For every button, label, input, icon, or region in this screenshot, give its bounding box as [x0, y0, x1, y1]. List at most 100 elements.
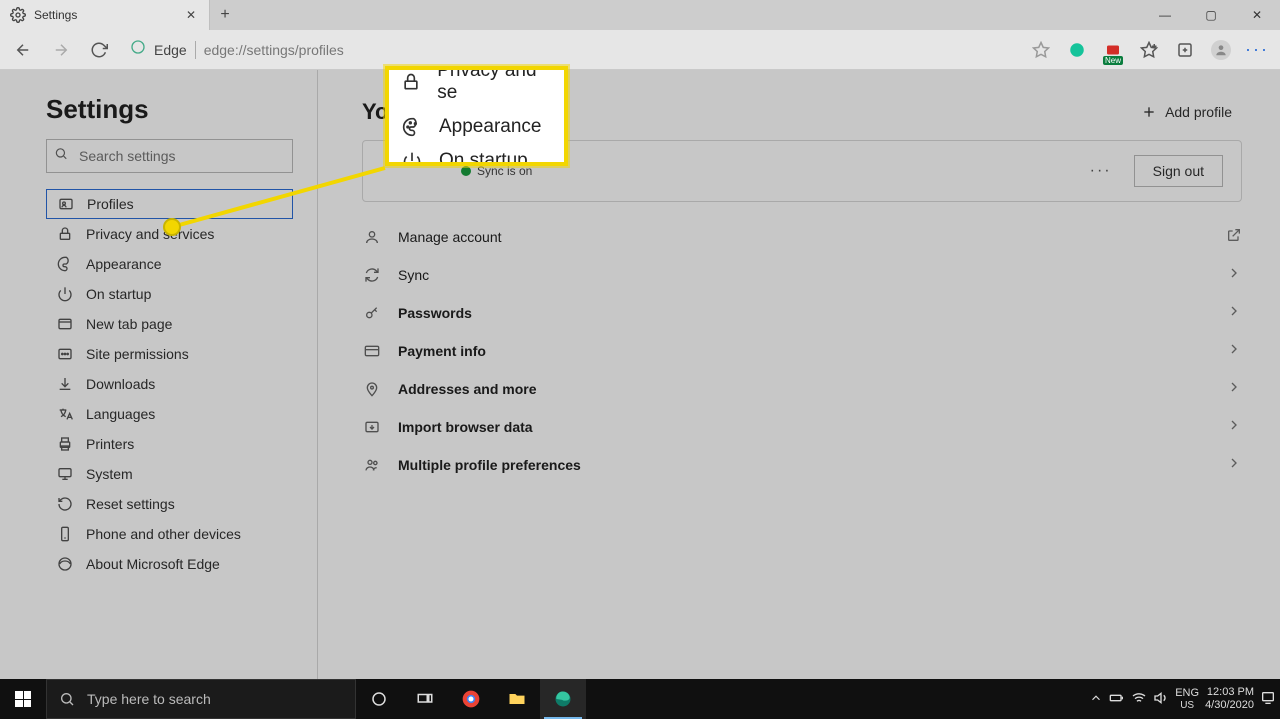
collections-button[interactable]: [1168, 33, 1202, 67]
sidebar-item-printers[interactable]: Printers: [46, 429, 293, 459]
favorites-button[interactable]: [1132, 33, 1166, 67]
sign-out-button[interactable]: Sign out: [1134, 155, 1223, 187]
row-label: Sync: [398, 267, 429, 283]
sidebar-item-label: Phone and other devices: [86, 526, 241, 542]
profile-more-button[interactable]: ···: [1086, 162, 1116, 180]
sidebar-item-label: New tab page: [86, 316, 172, 332]
sync-status: Sync is on: [461, 164, 532, 178]
browser-toolbar: Edge edge://settings/profiles New ···: [0, 30, 1280, 70]
close-tab-button[interactable]: ✕: [183, 7, 199, 23]
cortana-icon[interactable]: [356, 679, 402, 719]
chevron-right-icon: [1226, 417, 1242, 438]
settings-sidebar: Settings ProfilesPrivacy and servicesApp…: [0, 70, 318, 679]
address-bar[interactable]: Edge edge://settings/profiles: [120, 35, 1020, 65]
person-icon: [362, 229, 382, 245]
settings-row-passwords[interactable]: Passwords: [362, 294, 1242, 332]
browser-tab[interactable]: Settings ✕: [0, 0, 210, 30]
chrome-icon[interactable]: [448, 679, 494, 719]
search-input[interactable]: [46, 139, 293, 173]
row-label: Import browser data: [398, 419, 533, 435]
minimize-button[interactable]: —: [1142, 0, 1188, 30]
power-icon: [401, 150, 423, 166]
settings-row-sync[interactable]: Sync: [362, 256, 1242, 294]
file-explorer-icon[interactable]: [494, 679, 540, 719]
url-text: edge://settings/profiles: [204, 42, 344, 58]
maximize-button[interactable]: ▢: [1188, 0, 1234, 30]
sidebar-item-languages[interactable]: Languages: [46, 399, 293, 429]
gear-icon: [10, 7, 26, 23]
row-label: Manage account: [398, 229, 502, 245]
chevron-right-icon: [1226, 455, 1242, 476]
sidebar-item-label: Site permissions: [86, 346, 189, 362]
clock-time: 12:03 PM: [1205, 686, 1254, 699]
sidebar-item-label: Printers: [86, 436, 134, 452]
sidebar-item-downloads[interactable]: Downloads: [46, 369, 293, 399]
avatar-icon: [1211, 40, 1231, 60]
sidebar-item-new-tab-page[interactable]: New tab page: [46, 309, 293, 339]
sidebar-item-label: About Microsoft Edge: [86, 556, 220, 572]
add-profile-button[interactable]: Add profile: [1131, 98, 1242, 126]
sidebar-item-label: Profiles: [87, 196, 134, 212]
extension-lastpass-icon[interactable]: New: [1096, 33, 1130, 67]
sidebar-item-label: Reset settings: [86, 496, 175, 512]
sidebar-item-phone-and-other-devices[interactable]: Phone and other devices: [46, 519, 293, 549]
settings-row-addresses-and-more[interactable]: Addresses and more: [362, 370, 1242, 408]
callout-row-2: Appearance: [439, 116, 541, 138]
tray-chevron-icon[interactable]: [1089, 691, 1103, 708]
sidebar-item-label: On startup: [86, 286, 151, 302]
callout-row-3: On startup: [439, 150, 528, 166]
edge-icon: [56, 555, 74, 573]
chevron-right-icon: [1226, 265, 1242, 286]
card-icon: [362, 343, 382, 359]
more-menu-button[interactable]: ···: [1240, 33, 1274, 67]
row-label: Payment info: [398, 343, 486, 359]
lock-icon: [56, 225, 74, 243]
settings-row-payment-info[interactable]: Payment info: [362, 332, 1242, 370]
search-icon: [54, 147, 68, 166]
chevron-right-icon: [1226, 303, 1242, 324]
battery-icon[interactable]: [1109, 690, 1125, 709]
sidebar-item-about-microsoft-edge[interactable]: About Microsoft Edge: [46, 549, 293, 579]
clock[interactable]: 12:03 PM 4/30/2020: [1205, 686, 1254, 712]
wifi-icon[interactable]: [1131, 690, 1147, 709]
sync-label: Sync is on: [477, 164, 532, 178]
people-icon: [362, 457, 382, 473]
sidebar-item-system[interactable]: System: [46, 459, 293, 489]
tab-title: Settings: [34, 8, 183, 22]
lang-code[interactable]: ENG: [1175, 687, 1199, 699]
forward-button[interactable]: [44, 33, 78, 67]
favorite-star-icon[interactable]: [1024, 33, 1058, 67]
taskbar-search[interactable]: Type here to search: [46, 679, 356, 719]
titlebar: Settings ✕ + — ▢ ✕: [0, 0, 1280, 30]
system-tray: ENG US 12:03 PM 4/30/2020: [1089, 679, 1280, 719]
window-controls: — ▢ ✕: [1142, 0, 1280, 30]
back-button[interactable]: [6, 33, 40, 67]
sync-icon: [362, 267, 382, 283]
new-tab-button[interactable]: +: [210, 0, 240, 30]
settings-row-manage-account[interactable]: Manage account: [362, 218, 1242, 256]
notifications-icon[interactable]: [1260, 690, 1276, 709]
languages-icon: [56, 405, 74, 423]
import-icon: [362, 419, 382, 435]
profile-button[interactable]: [1204, 33, 1238, 67]
sidebar-item-appearance[interactable]: Appearance: [46, 249, 293, 279]
close-window-button[interactable]: ✕: [1234, 0, 1280, 30]
callout-magnifier: Privacy and se Appearance On startup: [385, 66, 568, 166]
settings-row-multiple-profile-preferences[interactable]: Multiple profile preferences: [362, 446, 1242, 484]
settings-row-import-browser-data[interactable]: Import browser data: [362, 408, 1242, 446]
taskview-icon[interactable]: [402, 679, 448, 719]
start-button[interactable]: [0, 679, 46, 719]
sidebar-item-site-permissions[interactable]: Site permissions: [46, 339, 293, 369]
volume-icon[interactable]: [1153, 690, 1169, 709]
refresh-button[interactable]: [82, 33, 116, 67]
edge-logo-icon: [130, 39, 146, 60]
callout-row-1: Privacy and se: [437, 66, 552, 104]
taskbar-search-placeholder: Type here to search: [87, 691, 211, 707]
sidebar-item-profiles[interactable]: Profiles: [46, 189, 293, 219]
sidebar-item-reset-settings[interactable]: Reset settings: [46, 489, 293, 519]
lock-icon: [401, 71, 421, 93]
sidebar-item-on-startup[interactable]: On startup: [46, 279, 293, 309]
edge-taskbar-icon[interactable]: [540, 679, 586, 719]
lang-region[interactable]: US: [1180, 700, 1194, 711]
extension-grammarly-icon[interactable]: [1060, 33, 1094, 67]
